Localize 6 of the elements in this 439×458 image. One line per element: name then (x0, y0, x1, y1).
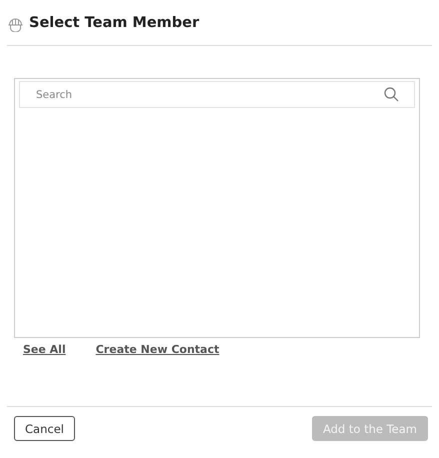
cancel-button[interactable]: Cancel (14, 416, 75, 441)
search-icon[interactable] (384, 87, 399, 102)
dialog-title: Select Team Member (29, 15, 200, 31)
link[interactable]: See All (23, 343, 66, 356)
link[interactable]: Create New Contact (96, 343, 220, 356)
search-field[interactable]: Search (19, 81, 415, 108)
